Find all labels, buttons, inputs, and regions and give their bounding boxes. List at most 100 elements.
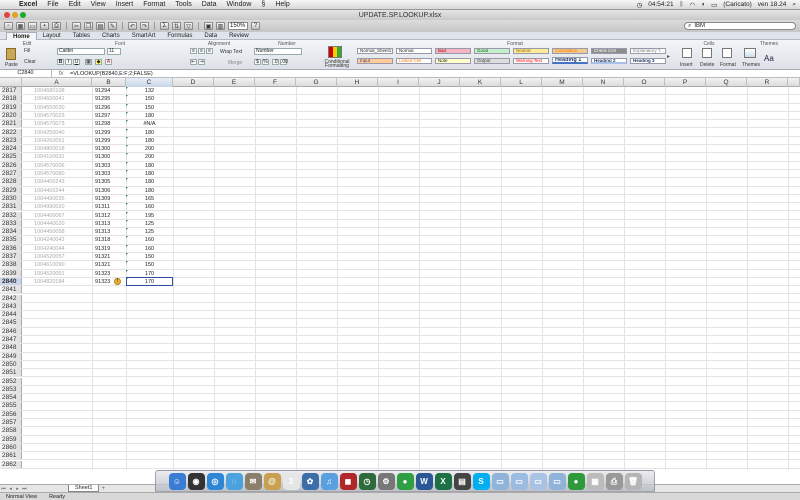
style-heading-1[interactable]: Heading 1 <box>552 57 588 64</box>
last-sheet-icon[interactable]: ⏭ <box>21 486 28 492</box>
print-icon[interactable]: ⎙ <box>52 22 61 30</box>
row-header[interactable]: 2833 <box>0 219 22 228</box>
outdent-icon[interactable]: ⇥ <box>198 59 205 65</box>
cell-c[interactable] <box>126 461 173 468</box>
currency-icon[interactable]: $ <box>254 59 261 65</box>
script-menu-icon[interactable]: § <box>256 1 270 8</box>
cell-b[interactable] <box>92 336 126 343</box>
cell-b[interactable] <box>92 353 126 360</box>
cell-a[interactable]: 1004250040 <box>22 129 92 136</box>
cell-b[interactable]: 91311 <box>92 203 126 210</box>
bold-button[interactable]: B <box>57 59 64 65</box>
paste-button[interactable]: Paste <box>5 62 18 68</box>
cell-c[interactable]: 150 <box>126 103 173 111</box>
ichat-icon[interactable]: ◌ <box>225 473 243 490</box>
autosum-icon[interactable]: Σ <box>160 22 169 30</box>
row-header[interactable]: 2847 <box>0 336 22 344</box>
cell-a[interactable]: 1004400244 <box>22 187 92 194</box>
app-store-icon[interactable]: ● <box>396 473 414 490</box>
datetime[interactable]: ven 18.24 <box>758 1 787 8</box>
cell-b[interactable]: 91303 <box>92 162 126 169</box>
clock-icon[interactable]: ◷ <box>637 1 643 9</box>
cell-a[interactable]: 1004820184 <box>22 278 92 285</box>
cell-c[interactable]: 180 <box>126 186 173 194</box>
row-header[interactable]: 2842 <box>0 294 22 302</box>
styles-scroll-icon[interactable]: ▸ <box>667 53 670 60</box>
tab-charts[interactable]: Charts <box>96 32 126 40</box>
menu-window[interactable]: Window <box>222 1 257 8</box>
menu-format[interactable]: Format <box>138 1 170 8</box>
cell-a[interactable]: 1004600041 <box>22 95 92 102</box>
row-header[interactable]: 2828 <box>0 178 22 186</box>
column-header-d[interactable]: D <box>173 78 214 87</box>
zoom-field[interactable]: 150% <box>228 22 248 30</box>
menu-app[interactable]: Excel <box>14 1 42 8</box>
row-header[interactable]: 2852 <box>0 377 22 385</box>
column-header-i[interactable]: I <box>378 78 419 87</box>
cell-c[interactable] <box>126 353 173 360</box>
cell-c[interactable] <box>126 452 173 459</box>
style-normal-sheet1[interactable]: Normal_Sheet1 <box>357 48 393 54</box>
column-header-k[interactable]: K <box>460 78 501 87</box>
merge-button[interactable]: Merge <box>228 60 242 66</box>
cell-a[interactable] <box>22 361 92 368</box>
cell-c[interactable] <box>126 419 173 426</box>
cell-a[interactable] <box>22 353 92 360</box>
row-header[interactable]: 2856 <box>0 410 22 418</box>
insert-cells-icon[interactable] <box>682 48 692 58</box>
tab-layout[interactable]: Layout <box>37 32 67 40</box>
cut-icon[interactable]: ✂ <box>72 22 81 30</box>
row-header[interactable]: 2851 <box>0 369 22 377</box>
row-header[interactable]: 2835 <box>0 236 22 244</box>
percent-icon[interactable]: % <box>262 59 269 65</box>
cell-b[interactable] <box>92 361 126 368</box>
cell-c[interactable] <box>126 336 173 343</box>
cell-b[interactable] <box>92 427 126 434</box>
battery-icon[interactable]: ▭ <box>711 1 717 9</box>
sheet-tab-sheet1[interactable]: Sheet1 <box>68 485 100 492</box>
cell-c[interactable] <box>126 427 173 434</box>
cell-c[interactable]: 180 <box>126 178 173 185</box>
cell-b[interactable]: 91299 <box>92 129 126 136</box>
style-linked-cell[interactable]: Linked Cell <box>396 58 432 64</box>
cell-c[interactable] <box>126 286 173 293</box>
cell-c[interactable] <box>126 378 173 385</box>
printer-icon[interactable]: ⎙ <box>605 473 623 490</box>
cell-c[interactable] <box>126 402 173 409</box>
font-color-icon[interactable]: A <box>105 59 112 65</box>
row-header[interactable]: 2831 <box>0 203 22 211</box>
cell-a[interactable] <box>22 386 92 393</box>
cell-b[interactable] <box>92 303 126 310</box>
cell-a[interactable]: 1004550030 <box>22 104 92 111</box>
cell-a[interactable]: 1004990020 <box>22 203 92 210</box>
cell-a[interactable] <box>22 328 92 335</box>
row-header[interactable]: 2846 <box>0 327 22 335</box>
cell-b[interactable]: 91294 <box>92 87 126 94</box>
cell-a[interactable] <box>22 436 92 443</box>
format-cells-icon[interactable] <box>722 48 732 58</box>
cell-c[interactable]: 200 <box>126 153 173 160</box>
cell-c[interactable] <box>126 369 173 376</box>
cell-c[interactable] <box>126 328 173 335</box>
templates-icon[interactable]: ▦ <box>16 22 25 30</box>
function-icon[interactable]: fx <box>52 71 70 77</box>
column-header-h[interactable]: H <box>337 78 378 87</box>
paste-icon[interactable] <box>6 48 16 60</box>
new-icon[interactable]: ▫ <box>4 22 13 30</box>
finder-icon[interactable]: ☺ <box>168 473 186 490</box>
cell-a[interactable]: 1004570006 <box>22 162 92 169</box>
cell-a[interactable]: 1004570073 <box>22 120 92 127</box>
cell-b[interactable]: 91318 <box>92 236 126 243</box>
applications-icon[interactable]: ▭ <box>548 473 566 490</box>
cell-a[interactable]: 1004610090 <box>22 261 92 268</box>
minimize-icon[interactable] <box>12 12 18 18</box>
zoom-icon[interactable] <box>20 12 26 18</box>
cell-c[interactable] <box>126 386 173 393</box>
align-right-icon[interactable]: ≡ <box>206 48 213 54</box>
cell-b[interactable]: 91312 <box>92 212 126 219</box>
cell-c[interactable]: 180 <box>126 170 173 177</box>
conditional-formatting-button[interactable]: Conditional Formatting <box>322 60 352 69</box>
row-header[interactable]: 2829 <box>0 186 22 194</box>
save-icon[interactable]: ▪ <box>40 22 49 30</box>
spotlight-icon[interactable]: ⌕ <box>792 1 796 9</box>
